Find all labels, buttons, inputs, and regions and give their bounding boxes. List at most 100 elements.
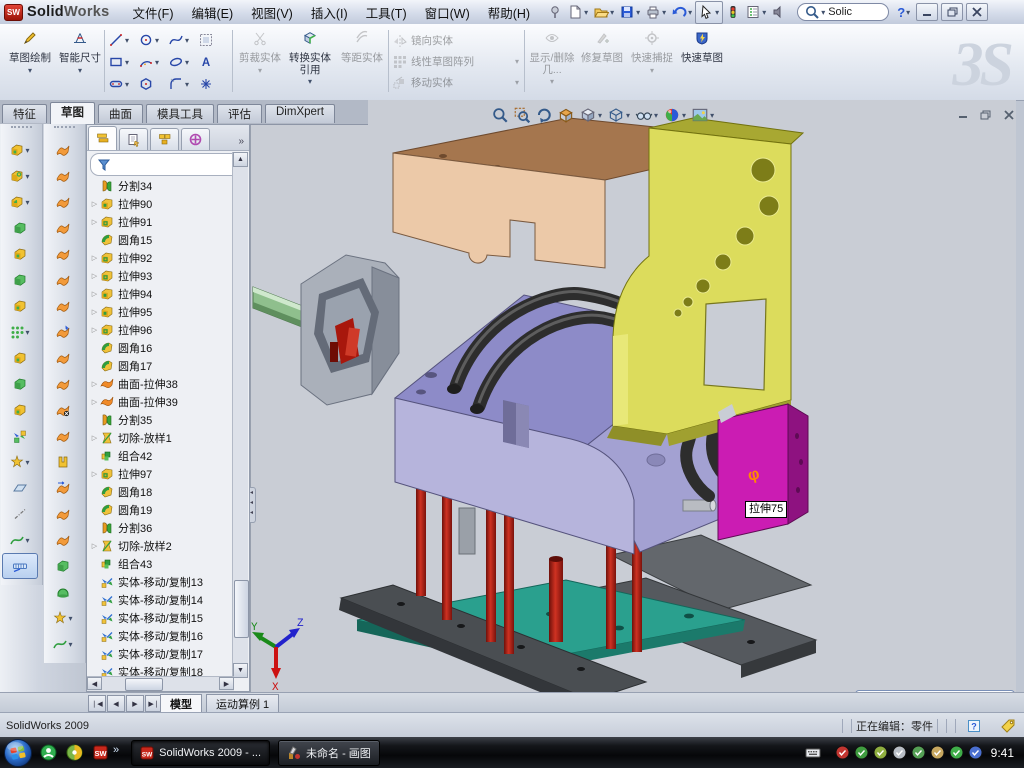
section-view-button[interactable]: [555, 105, 577, 125]
expand-arrow-icon[interactable]: ▷: [89, 326, 100, 334]
model-tab[interactable]: 模型: [160, 694, 202, 714]
ribbon-tab-2[interactable]: 曲面: [98, 104, 143, 123]
quick-snaps-button[interactable]: 快速捕捉 ▾: [628, 28, 676, 94]
scroll-left-button[interactable]: ◀: [87, 677, 102, 690]
configurationmanager-tab[interactable]: [150, 128, 179, 150]
ribbon-tab-3[interactable]: 模具工具: [146, 104, 214, 123]
expand-arrow-icon[interactable]: ▷: [89, 398, 100, 406]
pin-button[interactable]: [545, 2, 565, 23]
parting-line-button[interactable]: [44, 449, 82, 475]
tree-item[interactable]: 实体-移动/复制13: [89, 573, 233, 591]
taskbar-clock[interactable]: 9:41: [991, 746, 1014, 760]
sketch-button[interactable]: 草图绘制 ▾: [6, 28, 54, 94]
expand-arrow-icon[interactable]: ▷: [89, 380, 100, 388]
tree-item[interactable]: ▷拉伸92: [89, 249, 233, 267]
tree-item[interactable]: ▷拉伸91: [89, 213, 233, 231]
search-box[interactable]: ▾: [797, 3, 889, 21]
polygon-button[interactable]: [138, 73, 168, 95]
move-copy-body-button[interactable]: [1, 423, 39, 449]
appearance-caret-icon[interactable]: ▾: [682, 111, 686, 120]
security-shield-icon[interactable]: [854, 745, 869, 760]
menu-item-1[interactable]: 编辑(E): [182, 0, 242, 25]
draft-button[interactable]: [1, 293, 39, 319]
quicklaunch-solidworks-icon[interactable]: SW: [89, 742, 111, 764]
knit-surface-button[interactable]: [44, 345, 82, 371]
print-caret-icon[interactable]: ▾: [662, 8, 666, 17]
tooling-split-button[interactable]: [44, 527, 82, 553]
line-button[interactable]: ▾: [108, 29, 138, 51]
tree-item[interactable]: 分割34: [89, 177, 233, 195]
spline-curve-caret-icon[interactable]: ▾: [25, 536, 29, 545]
new-document-caret-icon[interactable]: ▾: [584, 8, 588, 17]
next-tab-button[interactable]: ▶: [126, 695, 144, 712]
alert-icon[interactable]: [930, 745, 945, 760]
quicklaunch-messenger-icon[interactable]: [37, 742, 59, 764]
featuremanager-tab[interactable]: [88, 126, 117, 150]
tree-item[interactable]: ▷曲面-拉伸39: [89, 393, 233, 411]
quicklaunch-media-icon[interactable]: [63, 742, 85, 764]
scroll-thumb[interactable]: [125, 678, 163, 691]
expand-arrow-icon[interactable]: ▷: [89, 254, 100, 262]
slot-button[interactable]: ▾: [108, 73, 138, 95]
ribbon-tab-0[interactable]: 特征: [2, 104, 47, 123]
reference-geometry-button[interactable]: ▾: [1, 449, 39, 475]
tree-item[interactable]: 实体-移动/复制16: [89, 627, 233, 645]
point-button[interactable]: [198, 73, 228, 95]
design-checker-caret-icon[interactable]: ▾: [762, 8, 766, 17]
tree-item[interactable]: ▷拉伸95: [89, 303, 233, 321]
mirror-entities-button[interactable]: 镜向实体: [392, 30, 520, 51]
shut-off-surface-button[interactable]: [44, 501, 82, 527]
prev-tab-button[interactable]: ◀: [107, 695, 125, 712]
scroll-thumb[interactable]: [234, 580, 249, 638]
sketch-fillet-caret-icon[interactable]: ▾: [185, 80, 189, 89]
planar-surface-button[interactable]: [44, 293, 82, 319]
convert-caret-icon[interactable]: ▾: [308, 76, 312, 88]
trimmed-surface-button[interactable]: [44, 189, 82, 215]
expand-arrow-icon[interactable]: ▷: [89, 290, 100, 298]
tree-item[interactable]: 圆角16: [89, 339, 233, 357]
restore-button[interactable]: [941, 3, 963, 21]
plane-button[interactable]: [1, 475, 39, 501]
doc-close-button[interactable]: [999, 107, 1018, 122]
sync-blocked-icon[interactable]: [968, 745, 983, 760]
ribbon-tab-5[interactable]: DimXpert: [265, 104, 335, 123]
extend-surface-button[interactable]: [44, 371, 82, 397]
arc-button[interactable]: ▾: [138, 51, 168, 73]
rectangle-caret-icon[interactable]: ▾: [125, 58, 129, 67]
help-button[interactable]: ? ▾: [895, 2, 913, 23]
spline-button[interactable]: ▾: [168, 29, 198, 51]
undo-button[interactable]: ▾: [669, 2, 695, 23]
extruded-boss-button[interactable]: ▾: [1, 137, 39, 163]
tree-item[interactable]: 组合43: [89, 555, 233, 573]
rib-button[interactable]: [1, 371, 39, 397]
reference-geometry-caret-icon[interactable]: ▾: [25, 458, 29, 467]
parting-surface-button[interactable]: [44, 475, 82, 501]
taskbar-window-1[interactable]: 未命名 - 画图: [278, 740, 380, 766]
delete-face-button[interactable]: [44, 397, 82, 423]
offset-entities-button[interactable]: 等距实体: [338, 28, 386, 94]
line-caret-icon[interactable]: ▾: [125, 36, 129, 45]
tree-item[interactable]: 分割35: [89, 411, 233, 429]
taskbar-window-0[interactable]: SWSolidWorks 2009 - ...: [131, 740, 270, 766]
propertymanager-tab[interactable]: [119, 128, 148, 150]
instant3d-button[interactable]: [2, 553, 38, 579]
minimize-button[interactable]: [916, 3, 938, 21]
chamfer-button[interactable]: [1, 215, 39, 241]
view-orientation-button[interactable]: ▾: [577, 105, 605, 125]
scene-caret-icon[interactable]: ▾: [710, 111, 714, 120]
spline-curve-button[interactable]: ▾: [1, 527, 39, 553]
extruded-cut-button[interactable]: ▾: [1, 163, 39, 189]
tree-filter-box[interactable]: [90, 153, 246, 176]
display-style-button[interactable]: ▾: [605, 105, 633, 125]
view-orientation-caret-icon[interactable]: ▾: [598, 111, 602, 120]
print-button[interactable]: ▾: [643, 2, 669, 23]
tree-item[interactable]: ▷拉伸90: [89, 195, 233, 213]
update-check-icon[interactable]: [873, 745, 888, 760]
core-button[interactable]: [44, 553, 82, 579]
extruded-boss-caret-icon[interactable]: ▾: [25, 146, 29, 155]
tree-item[interactable]: 组合42: [89, 447, 233, 465]
rectangle-button[interactable]: ▾: [108, 51, 138, 73]
extruded-cut-caret-icon[interactable]: ▾: [25, 172, 29, 181]
tree-item[interactable]: 实体-移动/复制17: [89, 645, 233, 663]
fillet-button[interactable]: ▾: [1, 189, 39, 215]
